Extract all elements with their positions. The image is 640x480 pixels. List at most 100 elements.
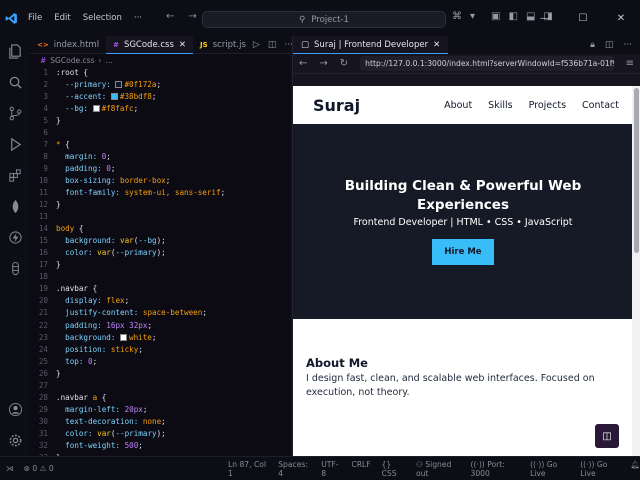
source-control-icon[interactable] bbox=[0, 98, 30, 129]
split-editor-icon[interactable]: ◫ bbox=[268, 40, 277, 50]
close-icon[interactable]: ✕ bbox=[602, 0, 640, 36]
tab-sgcode-css[interactable]: # SGCode.css ✕ bbox=[106, 36, 194, 54]
account-icon[interactable] bbox=[0, 394, 30, 425]
code-line[interactable]: 6 bbox=[30, 126, 290, 138]
indentation[interactable]: Spaces: 4 bbox=[278, 460, 310, 478]
mongodb-leaf-icon[interactable] bbox=[0, 191, 30, 222]
close-tab-icon[interactable]: ✕ bbox=[433, 40, 440, 50]
code-line[interactable]: 29 margin-left: 20px; bbox=[30, 403, 290, 415]
menu-selection[interactable]: Selection bbox=[83, 13, 122, 23]
color-swatch-icon[interactable] bbox=[110, 92, 118, 100]
breadcrumb-file[interactable]: SGCode.css bbox=[50, 56, 94, 65]
floating-action-icon[interactable]: ◫ bbox=[595, 424, 619, 448]
code-line[interactable]: 25 top: 0; bbox=[30, 355, 290, 367]
back-arrow-icon[interactable]: ← bbox=[166, 11, 174, 22]
minimize-icon[interactable]: — bbox=[526, 0, 564, 36]
run-icon[interactable]: ▷ bbox=[253, 40, 260, 50]
code-line[interactable]: 19 .navbar { bbox=[30, 283, 290, 295]
port-status[interactable]: ((·)) Port: 3000 bbox=[471, 460, 520, 478]
code-line[interactable]: 23 background: white; bbox=[30, 331, 290, 343]
reload-icon[interactable]: ↻ bbox=[340, 58, 348, 69]
code-line[interactable]: 30 text-decoration: none; bbox=[30, 415, 290, 427]
explorer-icon[interactable] bbox=[0, 36, 30, 67]
preview-scroll-thumb[interactable] bbox=[634, 88, 639, 253]
code-line[interactable]: 5} bbox=[30, 114, 290, 126]
figma-icon[interactable] bbox=[0, 253, 30, 284]
code-line[interactable]: 11 font-family: system-ui, sans-serif; bbox=[30, 186, 290, 198]
code-line[interactable]: 26} bbox=[30, 367, 290, 379]
code-line[interactable]: 12} bbox=[30, 199, 290, 211]
line-endings[interactable]: CRLF bbox=[351, 460, 370, 478]
code-line[interactable]: 13 bbox=[30, 211, 290, 223]
nav-link-skills[interactable]: Skills bbox=[488, 100, 512, 111]
code-line[interactable]: 1:root { bbox=[30, 66, 290, 78]
code-line[interactable]: 18 bbox=[30, 271, 290, 283]
code-area[interactable]: 1:root {2 --primary: #0f172a; 3 --accent:… bbox=[30, 66, 290, 456]
tab-preview[interactable]: ▢ Suraj | Frontend Developer ✕ bbox=[293, 36, 449, 54]
breadcrumb-more[interactable]: ... bbox=[105, 56, 112, 65]
more-actions-icon[interactable]: ··· bbox=[623, 40, 632, 50]
nav-link-about[interactable]: About bbox=[444, 100, 472, 111]
settings-gear-icon[interactable] bbox=[0, 425, 30, 456]
code-line[interactable]: 3 --accent: #38bdf8; bbox=[30, 90, 290, 102]
code-line[interactable]: 7 * { bbox=[30, 138, 290, 150]
code-line[interactable]: 24 position: sticky; bbox=[30, 343, 290, 355]
split-editor-icon[interactable]: ◫ bbox=[605, 40, 614, 50]
code-line[interactable]: 2 --primary: #0f172a; bbox=[30, 78, 290, 90]
menu-icon[interactable]: ≡ bbox=[626, 58, 634, 69]
toggle-sidebar-icon[interactable]: ◧ bbox=[508, 11, 517, 22]
code-line[interactable]: 31 color: var(--primary); bbox=[30, 427, 290, 439]
forward-arrow-icon[interactable]: → bbox=[319, 58, 327, 69]
nav-link-projects[interactable]: Projects bbox=[529, 100, 566, 111]
language-mode[interactable]: {} CSS bbox=[382, 460, 405, 478]
code-line[interactable]: 10 box-sizing: border-box; bbox=[30, 174, 290, 186]
code-line[interactable]: 15 background: var(--bg); bbox=[30, 235, 290, 247]
thunder-client-icon[interactable] bbox=[0, 222, 30, 253]
color-swatch-icon[interactable] bbox=[92, 104, 100, 112]
code-line[interactable]: 8 margin: 0; bbox=[30, 150, 290, 162]
menu-edit[interactable]: Edit bbox=[54, 13, 70, 23]
code-line[interactable]: 4 --bg: #f8fafc; bbox=[30, 102, 290, 114]
code-line[interactable]: 21 justify-content: space-between; bbox=[30, 307, 290, 319]
account-status[interactable]: ⚇ Signed out bbox=[416, 460, 459, 478]
tab-index-html[interactable]: <> index.html bbox=[30, 36, 106, 54]
go-live-button-2[interactable]: ((·)) Go Live bbox=[580, 460, 619, 478]
color-swatch-icon[interactable] bbox=[115, 80, 123, 88]
remote-icon[interactable]: ⋊ bbox=[6, 464, 14, 473]
copilot-icon[interactable]: ⌘ bbox=[452, 11, 462, 22]
tab-script-js[interactable]: JS script.js bbox=[193, 36, 253, 54]
search-icon[interactable] bbox=[0, 67, 30, 98]
code-line[interactable]: 27 bbox=[30, 379, 290, 391]
code-line[interactable]: 14 body { bbox=[30, 223, 290, 235]
code-line[interactable]: 9 padding: 0; bbox=[30, 162, 290, 174]
code-line[interactable]: 20 display: flex; bbox=[30, 295, 290, 307]
notifications-bell-icon[interactable]: 🔔︎ bbox=[630, 460, 640, 478]
cursor-position[interactable]: Ln 87, Col 1 bbox=[228, 460, 267, 478]
code-line[interactable]: 22 padding: 16px 32px; bbox=[30, 319, 290, 331]
close-tab-icon[interactable]: ✕ bbox=[179, 40, 186, 50]
code-line[interactable]: 16 color: var(--primary); bbox=[30, 247, 290, 259]
extensions-icon[interactable] bbox=[0, 160, 30, 191]
line-text: padding: 0; bbox=[56, 164, 115, 173]
nav-link-contact[interactable]: Contact bbox=[582, 100, 619, 111]
problems-indicator[interactable]: ⊗ 0 ⚠ 0 bbox=[24, 464, 54, 473]
chevron-down-icon[interactable]: ▾ bbox=[470, 11, 475, 22]
back-arrow-icon[interactable]: ← bbox=[299, 58, 307, 69]
maximize-icon[interactable]: ☐ bbox=[564, 0, 602, 36]
forward-arrow-icon[interactable]: → bbox=[188, 11, 196, 22]
code-line[interactable]: 28 .navbar a { bbox=[30, 391, 290, 403]
layout-panel-icon[interactable]: ▣ bbox=[491, 11, 500, 22]
run-debug-icon[interactable] bbox=[0, 129, 30, 160]
color-swatch-icon[interactable] bbox=[120, 333, 128, 341]
code-line[interactable]: 32 font-weight: 500; bbox=[30, 439, 290, 451]
command-search-box[interactable]: ⚲ Project-1 bbox=[202, 11, 446, 28]
site-logo[interactable]: Suraj bbox=[313, 96, 360, 115]
menu-more[interactable]: ··· bbox=[134, 13, 142, 23]
encoding[interactable]: UTF-8 bbox=[321, 460, 340, 478]
menu-file[interactable]: File bbox=[28, 13, 42, 23]
url-input[interactable]: http://127.0.0.1:3000/index.html?serverW… bbox=[360, 56, 614, 71]
hire-me-button[interactable]: Hire Me bbox=[432, 239, 494, 265]
go-live-button[interactable]: ((·)) Go Live bbox=[530, 460, 569, 478]
code-line[interactable]: 17} bbox=[30, 259, 290, 271]
lock-icon[interactable]: 🔒︎ bbox=[590, 40, 595, 50]
